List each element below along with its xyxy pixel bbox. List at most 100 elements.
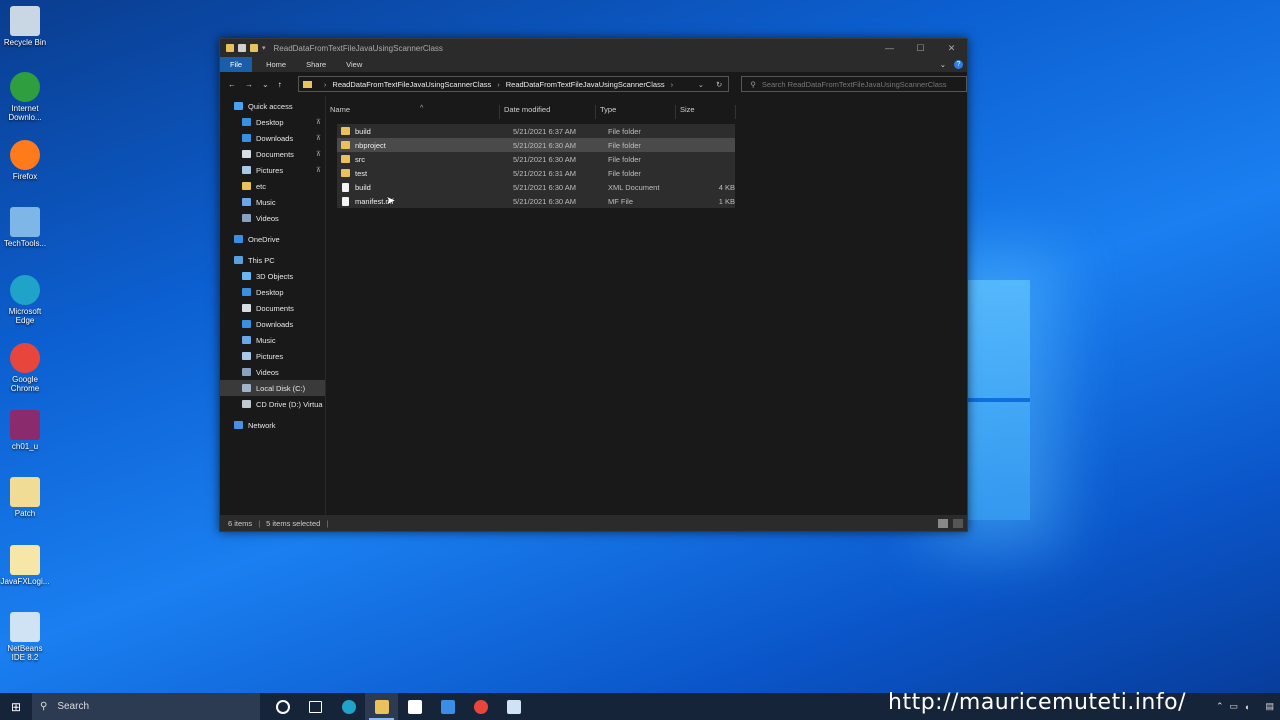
up-arrow-icon[interactable]: ↑ xyxy=(278,80,282,89)
sidebar-item-quick-access[interactable]: Quick access xyxy=(220,98,325,114)
desktop-icon-download-manager[interactable]: Internet Downlo... xyxy=(0,72,50,122)
file-name: build xyxy=(355,182,371,192)
column-name[interactable]: Name ^ xyxy=(326,105,500,119)
chevron-down-icon[interactable]: ▾ xyxy=(262,44,266,52)
sidebar-item-cd-drive-d-virtua[interactable]: CD Drive (D:) Virtua xyxy=(220,396,325,412)
tab-home[interactable]: Home xyxy=(256,57,296,72)
volume-icon[interactable]: ◖ xyxy=(1244,702,1249,712)
search-box[interactable]: ⚲ Search ReadDataFromTextFileJavaUsingSc… xyxy=(741,76,967,92)
navigation-pane[interactable]: Quick access Desktop ⊼ Downloads ⊼ Documents ⊼… xyxy=(220,96,326,515)
sidebar-item-pictures[interactable]: Pictures xyxy=(220,348,325,364)
file-row[interactable]: test 5/21/2021 6:31 AM File folder xyxy=(337,166,735,180)
forward-arrow-icon[interactable]: → xyxy=(245,80,253,89)
sidebar-item-videos[interactable]: Videos xyxy=(220,210,325,226)
desktop-icon-folder-shortcut[interactable]: TechTools... xyxy=(0,207,50,248)
desktop-icon-winrar[interactable]: ch01_u xyxy=(0,410,50,451)
netbeans-icon xyxy=(10,612,40,642)
breadcrumb-separator[interactable]: › xyxy=(324,80,327,89)
desktop-icon-label: Patch xyxy=(14,509,36,518)
sidebar-item-desktop[interactable]: Desktop ⊼ xyxy=(220,114,325,130)
cd-drive-icon xyxy=(242,400,251,408)
desktop-icon-netbeans[interactable]: NetBeans IDE 8.2 xyxy=(0,612,50,662)
sidebar-item-documents[interactable]: Documents xyxy=(220,300,325,316)
sidebar-item-downloads[interactable]: Downloads ⊼ xyxy=(220,130,325,146)
recent-locations-icon[interactable]: ⌄ xyxy=(262,80,269,89)
taskbar-app-store[interactable] xyxy=(398,693,431,720)
pictures-icon xyxy=(242,166,251,174)
column-size[interactable]: Size xyxy=(676,105,736,119)
sidebar-item-local-disk-c[interactable]: Local Disk (C:) xyxy=(220,380,325,396)
sidebar-item-3d-objects[interactable]: 3D Objects xyxy=(220,268,325,284)
file-row[interactable]: src 5/21/2021 6:30 AM File folder xyxy=(337,152,735,166)
title-bar[interactable]: ▾ ReadDataFromTextFileJavaUsingScannerCl… xyxy=(220,39,967,57)
file-list[interactable]: Name ^ Date modified Type Size build 5/21/… xyxy=(326,96,967,515)
sidebar-item-etc[interactable]: etc xyxy=(220,178,325,194)
maximize-button[interactable]: ☐ xyxy=(905,43,936,54)
sidebar-item-music[interactable]: Music xyxy=(220,332,325,348)
breadcrumb-segment[interactable]: ReadDataFromTextFileJavaUsingScannerClas… xyxy=(506,80,665,89)
system-tray: ⌃ ▭ ◖ ▤ xyxy=(1216,693,1274,720)
taskbar-app-file-explorer[interactable] xyxy=(365,693,398,720)
tab-share[interactable]: Share xyxy=(296,57,336,72)
taskbar-app-task-view[interactable] xyxy=(299,693,332,720)
taskbar-app-cortana[interactable] xyxy=(266,693,299,720)
file-type: File folder xyxy=(608,168,641,178)
notification-icon[interactable]: ▤ xyxy=(1265,701,1274,712)
desktop-icon-chrome[interactable]: Google Chrome xyxy=(0,343,50,393)
sidebar-item-network[interactable]: Network xyxy=(220,417,325,433)
taskbar-app-mail[interactable] xyxy=(431,693,464,720)
breadcrumb-separator[interactable]: › xyxy=(671,80,674,89)
breadcrumb-separator[interactable]: › xyxy=(497,80,500,89)
help-icon[interactable]: ? xyxy=(954,60,963,69)
desktop-icon xyxy=(242,118,251,126)
start-button[interactable]: ⊞ xyxy=(0,700,32,714)
new-folder-icon[interactable] xyxy=(250,44,258,52)
sidebar-item-desktop[interactable]: Desktop xyxy=(220,284,325,300)
sidebar-item-videos[interactable]: Videos xyxy=(220,364,325,380)
file-row[interactable]: build 5/21/2021 6:30 AM XML Document 4 KB xyxy=(337,180,735,194)
taskbar-app-netbeans[interactable] xyxy=(497,693,530,720)
refresh-icon[interactable]: ↻ xyxy=(716,80,722,89)
properties-icon[interactable] xyxy=(238,44,246,52)
close-button[interactable]: ✕ xyxy=(936,43,967,54)
sidebar-item-music[interactable]: Music xyxy=(220,194,325,210)
network-icon[interactable]: ▭ xyxy=(1230,701,1239,712)
tab-view[interactable]: View xyxy=(336,57,372,72)
back-arrow-icon[interactable]: ← xyxy=(228,80,236,89)
desktop-icon-folder[interactable]: Patch xyxy=(0,477,50,518)
taskbar-search[interactable]: ⚲ Search xyxy=(32,693,260,720)
details-view-icon[interactable] xyxy=(938,518,948,528)
column-type[interactable]: Type xyxy=(596,105,676,119)
sidebar-item-downloads[interactable]: Downloads xyxy=(220,316,325,332)
breadcrumb-segment[interactable]: ReadDataFromTextFileJavaUsingScannerClas… xyxy=(332,80,491,89)
file-row[interactable]: nbproject 5/21/2021 6:30 AM File folder xyxy=(337,138,735,152)
expand-ribbon-icon[interactable]: ⌄ xyxy=(940,60,946,69)
desktop-icon-firefox[interactable]: Firefox xyxy=(0,140,50,181)
large-icons-view-icon[interactable] xyxy=(953,518,963,528)
desktop-icon-edge[interactable]: Microsoft Edge xyxy=(0,275,50,325)
taskbar-app-chrome[interactable] xyxy=(464,693,497,720)
sidebar-item-pictures[interactable]: Pictures ⊼ xyxy=(220,162,325,178)
chrome-icon xyxy=(10,343,40,373)
column-date-modified[interactable]: Date modified xyxy=(500,105,596,119)
sidebar-item-this-pc[interactable]: This PC xyxy=(220,252,325,268)
taskbar-app-edge[interactable] xyxy=(332,693,365,720)
file-row[interactable]: manifest.mf 5/21/2021 6:30 AM MF File 1 KB xyxy=(337,194,735,208)
folder-icon xyxy=(242,182,251,190)
watermark-url: http://mauricemuteti.info/ xyxy=(888,690,1186,715)
mail-icon xyxy=(440,699,455,714)
minimize-button[interactable]: — xyxy=(874,43,905,54)
tab-file[interactable]: File xyxy=(220,57,253,72)
address-dropdown-icon[interactable]: ⌄ xyxy=(698,80,704,89)
sidebar-item-onedrive[interactable]: OneDrive xyxy=(220,231,325,247)
sidebar-item-label: Documents xyxy=(256,303,294,313)
file-row[interactable]: build 5/21/2021 6:37 AM File folder xyxy=(337,124,735,138)
file-explorer-window[interactable]: ▾ ReadDataFromTextFileJavaUsingScannerCl… xyxy=(219,38,968,532)
address-bar[interactable]: › ReadDataFromTextFileJavaUsingScannerCl… xyxy=(297,76,730,92)
desktop-icon-java-file[interactable]: JavaFXLogi... xyxy=(0,545,50,586)
sidebar-item-documents[interactable]: Documents ⊼ xyxy=(220,146,325,162)
desktop-icon-recycle-bin[interactable]: Recycle Bin xyxy=(0,6,50,47)
desktop-icon-label: Microsoft Edge xyxy=(8,307,42,325)
file-size: 4 KB xyxy=(718,182,735,192)
chevron-up-icon[interactable]: ⌃ xyxy=(1216,701,1224,712)
